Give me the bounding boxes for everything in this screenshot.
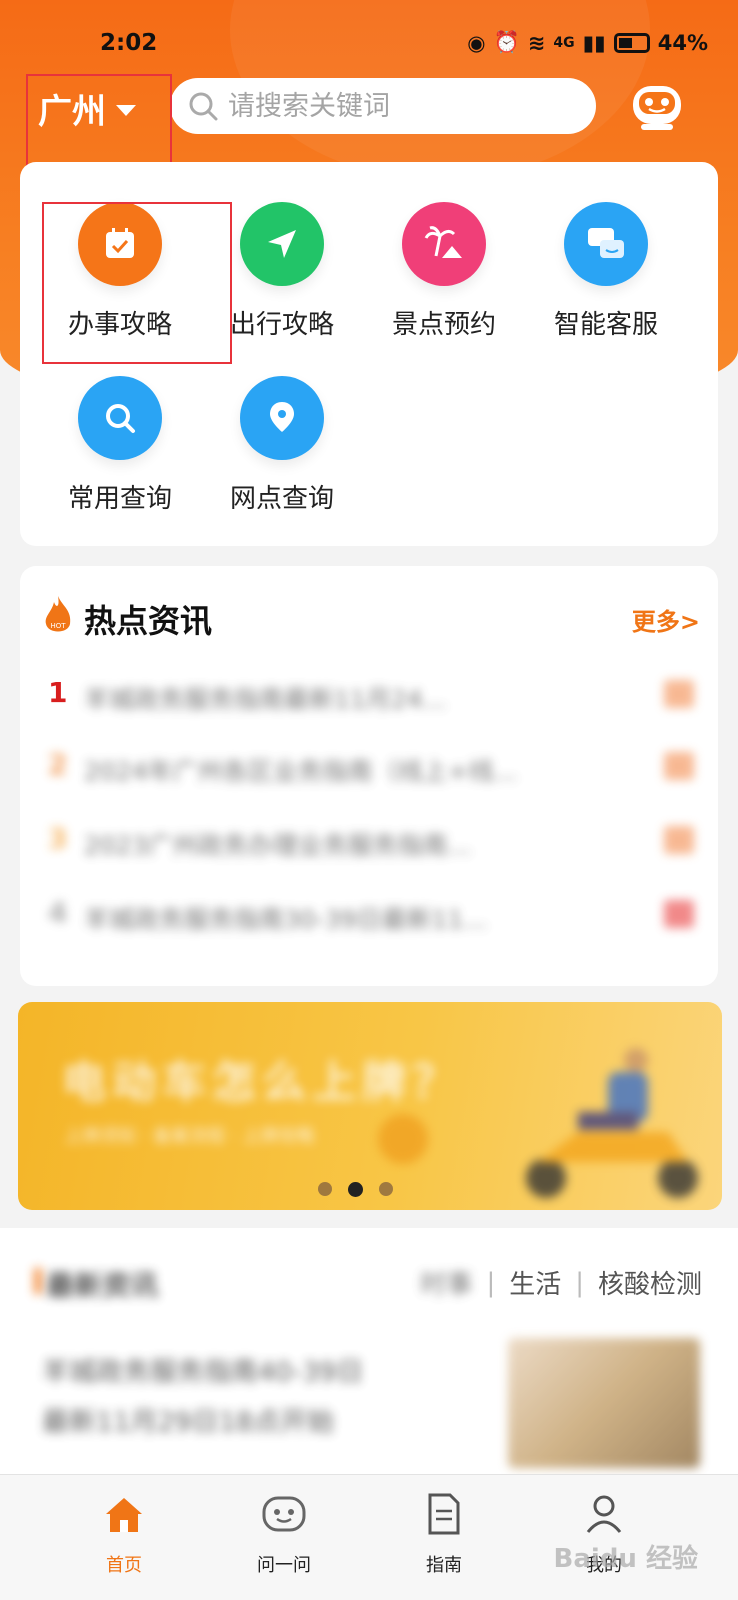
tab-label: 指南 <box>426 1555 462 1576</box>
signal-bars-icon: ▮▮ <box>582 30 606 55</box>
city-highlight-box <box>26 74 172 176</box>
news-text: 羊城政务服务指南最新11月24... <box>84 685 447 714</box>
news-tag <box>664 826 694 854</box>
eye-icon: ◉ <box>467 30 486 55</box>
category-tab[interactable]: 核酸检测 <box>598 1264 702 1301</box>
service-changyong[interactable]: 常用查询 <box>40 376 200 515</box>
service-wangdian[interactable]: 网点查询 <box>202 376 362 515</box>
status-time: 2:02 <box>100 30 158 56</box>
hot-fire-icon: HOT <box>45 596 71 632</box>
battery-icon <box>613 32 650 53</box>
chat-bubbles-icon <box>564 202 648 286</box>
search-bar[interactable] <box>170 78 596 134</box>
document-icon <box>419 1489 469 1539</box>
search-input[interactable] <box>228 90 568 122</box>
bottom-tab-bar: 首页 问一问 指南 我的 <box>0 1474 738 1600</box>
carousel-dot-active[interactable] <box>348 1182 363 1197</box>
service-label: 景点预约 <box>391 310 496 340</box>
palm-tree-icon <box>402 202 486 286</box>
tab-label: 问一问 <box>257 1555 311 1576</box>
tab-guide[interactable]: 指南 <box>384 1489 504 1577</box>
hot-news-card: HOT 热点资讯 更多> 1 羊城政务服务指南最新11月24... 2 2024… <box>20 566 718 986</box>
hot-news-title: 热点资讯 <box>84 602 213 640</box>
category-tab[interactable]: 生活 <box>509 1264 561 1301</box>
info-title: 最新资讯 <box>46 1269 159 1302</box>
news-rank: 1 <box>48 676 68 709</box>
signal-icon: 4G <box>553 34 575 51</box>
banner-headline: 电动车怎么上牌？ <box>62 1057 462 1108</box>
banner-badge-icon <box>378 1114 428 1164</box>
news-item[interactable]: 2 2024年广州各区业务指南（线上+线... <box>44 742 694 792</box>
news-tag <box>664 752 694 780</box>
svg-text:HOT: HOT <box>50 622 66 630</box>
wifi-icon: ≋ <box>527 30 546 55</box>
article-thumbnail[interactable] <box>508 1338 700 1468</box>
divider: | <box>575 1267 584 1298</box>
divider: | <box>486 1267 496 1298</box>
news-text: 2024年广州各区业务指南（线上+线... <box>84 757 518 786</box>
user-icon <box>579 1489 629 1539</box>
tab-home[interactable]: 首页 <box>64 1489 184 1577</box>
watermark: Baidu 经验 <box>553 1544 698 1574</box>
category-tabs: 时事 | 生活 | 核酸检测 <box>420 1264 702 1301</box>
category-tab[interactable]: 时事 <box>420 1264 472 1301</box>
battery-percent: 44% <box>657 30 708 55</box>
service-label: 常用查询 <box>67 484 172 514</box>
robot-icon <box>259 1489 309 1539</box>
home-icon <box>99 1489 149 1539</box>
section-marker <box>34 1268 42 1294</box>
robot-assistant-icon[interactable] <box>627 76 687 136</box>
news-item[interactable]: 4 羊城政务服务指南30-39日最新11... <box>44 890 694 940</box>
news-rank: 3 <box>48 822 68 855</box>
service-label: 网点查询 <box>229 484 334 514</box>
news-tag <box>664 680 694 708</box>
news-tag <box>664 900 694 928</box>
info-section: 最新资讯 时事 | 生活 | 核酸检测 羊城政务服务指南40-39日 最新11月… <box>0 1228 738 1478</box>
magnifier-icon <box>78 376 162 460</box>
news-text: 2023广州政务办理业务服务指南... <box>84 831 472 860</box>
status-bar: 2:02 ◉ ⏰ ≋ 4G ▮▮ 44% <box>0 28 738 64</box>
navigation-arrow-icon <box>240 202 324 286</box>
promo-banner[interactable]: 电动车怎么上牌？ 上牌须知 · 备案流程 · 上牌攻略 <box>18 1002 722 1210</box>
service-jingdian[interactable]: 景点预约 <box>364 202 524 341</box>
news-item[interactable]: 1 羊城政务服务指南最新11月24... <box>44 670 694 720</box>
carousel-dot[interactable] <box>379 1182 393 1196</box>
article-title-line[interactable]: 羊城政务服务指南40-39日 <box>42 1350 472 1389</box>
carousel-dots <box>318 1182 393 1197</box>
service-highlight-box <box>42 202 232 364</box>
banner-subtext: 上牌须知 · 备案流程 · 上牌攻略 <box>64 1126 315 1147</box>
service-label: 智能客服 <box>553 310 658 340</box>
alarm-icon: ⏰ <box>493 30 520 54</box>
service-kefu[interactable]: 智能客服 <box>526 202 686 341</box>
news-item[interactable]: 3 2023广州政务办理业务服务指南... <box>44 816 694 866</box>
scooter-illustration <box>526 1048 698 1198</box>
search-icon <box>189 92 218 121</box>
article-title-line[interactable]: 最新11月29日18点开始 <box>42 1400 472 1439</box>
tab-label: 首页 <box>106 1555 142 1576</box>
news-rank: 2 <box>48 748 68 781</box>
more-link[interactable]: 更多> <box>632 602 700 637</box>
location-pin-icon <box>240 376 324 460</box>
hot-news-header: HOT 热点资讯 更多> <box>40 594 700 644</box>
news-rank: 4 <box>48 896 68 929</box>
carousel-dot[interactable] <box>318 1182 332 1196</box>
news-text: 羊城政务服务指南30-39日最新11... <box>84 905 488 934</box>
tab-ask[interactable]: 问一问 <box>224 1489 344 1577</box>
